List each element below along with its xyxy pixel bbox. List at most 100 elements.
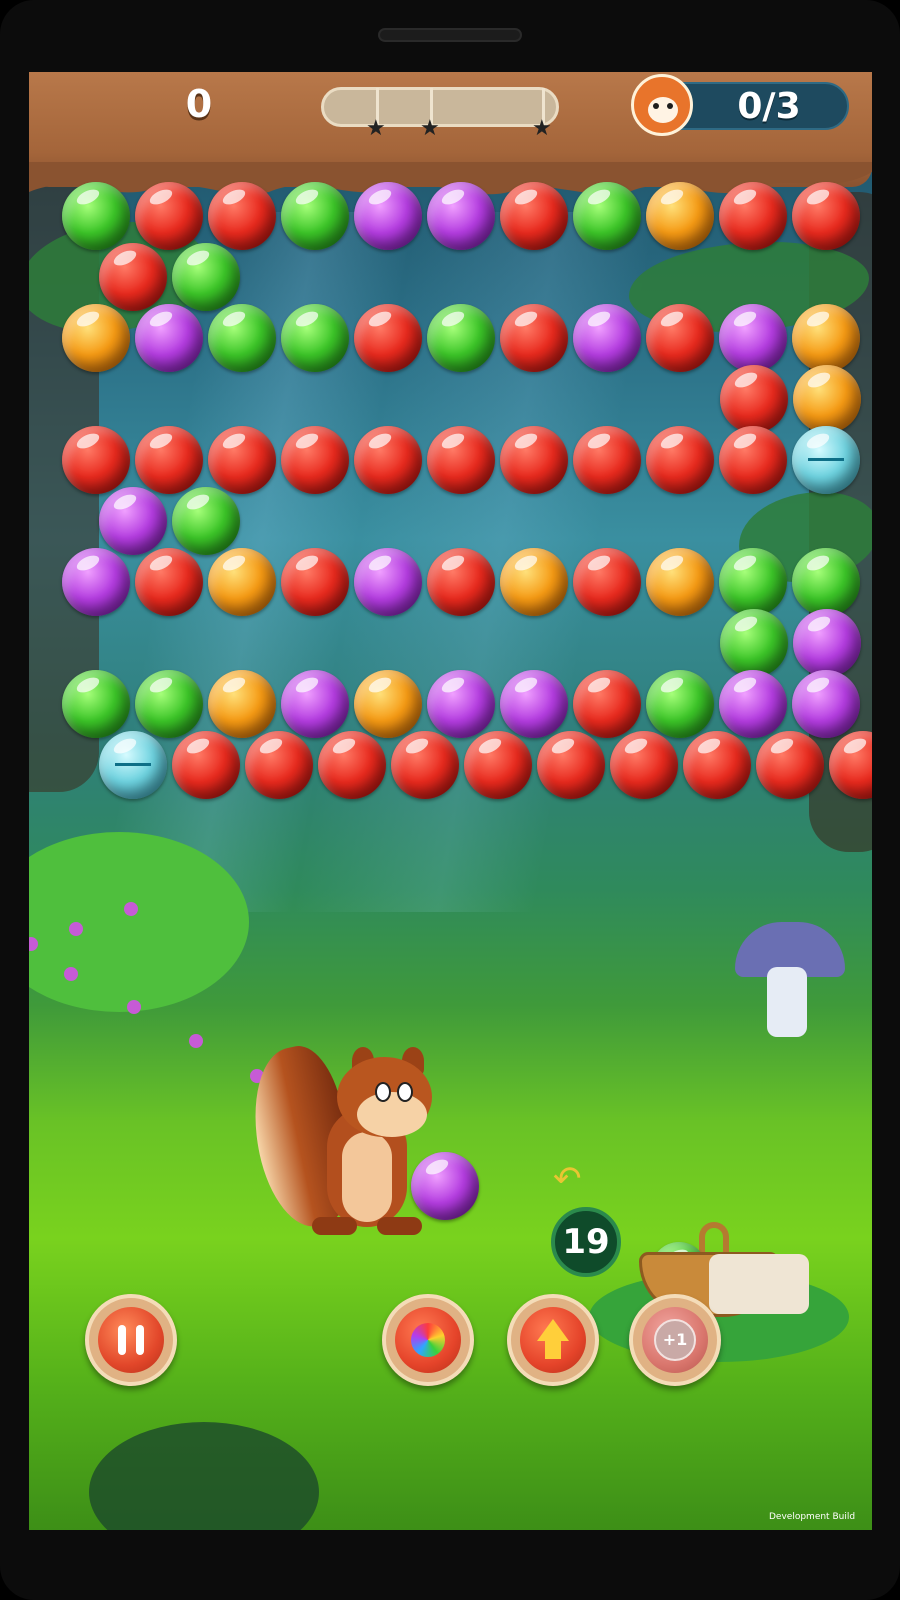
up-arrow-head (537, 1319, 569, 1341)
bubble-green (719, 609, 788, 677)
bubble-green (281, 304, 349, 372)
bubble-red (792, 182, 860, 250)
phone-frame: 0 ★ ★ ★ 0/3 ↶ 19 +1 Development Build (0, 0, 900, 1600)
goal-counter: 0/3 (737, 86, 801, 127)
up-booster-button[interactable] (507, 1294, 599, 1386)
bubble-green (172, 487, 240, 555)
bubble-red (646, 426, 714, 494)
aim-trail-dot (124, 902, 138, 916)
bubble-red (500, 304, 568, 372)
plus-one-booster-button[interactable]: +1 (629, 1294, 721, 1386)
bubble-orange (792, 365, 861, 433)
bubble-purple (427, 182, 495, 250)
bubble-red (573, 670, 641, 738)
top-hud-bar: 0 ★ ★ ★ 0/3 (29, 72, 872, 195)
speaker-grille (378, 28, 522, 42)
squirrel-face (357, 1092, 427, 1137)
bubble-green (573, 182, 641, 250)
bubble-red (281, 548, 349, 616)
pause-icon (98, 1307, 164, 1373)
star-icon: ★ (420, 116, 440, 141)
bubble-red (719, 426, 787, 494)
bubble-orange (646, 548, 714, 616)
up-arrow-shaft (545, 1339, 561, 1359)
bubble-orange (500, 548, 568, 616)
bubble-purple (281, 670, 349, 738)
bubble-red (99, 243, 167, 311)
bubble-purple (99, 487, 167, 555)
star-progress-bar: ★ ★ ★ (321, 87, 559, 140)
aim-trail-dot (127, 1000, 141, 1014)
bubble-green (719, 548, 787, 616)
bubble-purple (427, 670, 495, 738)
aim-trail-dot (69, 922, 83, 936)
bubble-red (135, 426, 203, 494)
aim-trail-dot (64, 967, 78, 981)
squirrel-foot (312, 1217, 357, 1235)
bubble-orange (62, 304, 130, 372)
plus-one-label: +1 (654, 1319, 696, 1361)
bubble-red (208, 426, 276, 494)
rainbow-booster-button[interactable] (382, 1294, 474, 1386)
mushroom-stem (767, 967, 807, 1037)
bubble-green (62, 670, 130, 738)
bubble-green (281, 182, 349, 250)
game-screen[interactable]: 0 ★ ★ ★ 0/3 ↶ 19 +1 Development Build (29, 72, 872, 1530)
bubble-red (208, 182, 276, 250)
squirrel-belly (342, 1132, 392, 1222)
score-display: 0 (185, 82, 213, 126)
bubble-purple (573, 304, 641, 372)
bubble-orange (208, 670, 276, 738)
goal-counter-panel: 0/3 (631, 74, 849, 136)
bubble-green (427, 304, 495, 372)
bubble-purple (135, 304, 203, 372)
squirrel-shooter (239, 1039, 457, 1257)
squirrel-eye (397, 1082, 413, 1102)
bubble-red (500, 182, 568, 250)
up-arrow-icon (520, 1307, 586, 1373)
swap-arrow-icon: ↶ (553, 1159, 582, 1199)
bubble-red (719, 365, 788, 433)
bubble-red (354, 426, 422, 494)
aim-trail-dot (189, 1034, 203, 1048)
bubble-red (245, 731, 313, 799)
bubble-orange (792, 304, 860, 372)
bubble-green (135, 670, 203, 738)
squirrel-foot (377, 1217, 422, 1235)
basket-cloth (709, 1254, 809, 1314)
bubble-purple (792, 609, 861, 677)
squirrel-eye (375, 1082, 391, 1102)
bubble-orange (646, 182, 714, 250)
bubble-green (208, 304, 276, 372)
loaded-bubble[interactable] (411, 1152, 479, 1220)
bubble-orange (208, 548, 276, 616)
pause-button[interactable] (85, 1294, 177, 1386)
bubble-red (427, 548, 495, 616)
bubble-purple (354, 548, 422, 616)
bubble-purple (500, 670, 568, 738)
star-icon: ★ (532, 116, 552, 141)
bubble-red (500, 426, 568, 494)
bubble-purple (792, 670, 860, 738)
bubble-red (573, 426, 641, 494)
bubble-red (62, 426, 130, 494)
bubble-red (683, 731, 751, 799)
bubble-special (99, 731, 167, 799)
bubble-purple (354, 182, 422, 250)
bubble-special (792, 426, 860, 494)
bubble-red (610, 731, 678, 799)
bubble-green (792, 548, 860, 616)
shots-remaining-counter: 19 (551, 1207, 621, 1277)
bubble-red (756, 731, 824, 799)
bubble-red (318, 731, 386, 799)
bubble-green (62, 182, 130, 250)
rainbow-swirl-icon (395, 1307, 461, 1373)
plus-one-icon: +1 (642, 1307, 708, 1373)
star-icon: ★ (366, 116, 386, 141)
bubble-red (427, 426, 495, 494)
bubble-orange (354, 670, 422, 738)
bubble-green (646, 670, 714, 738)
bubble-red (391, 731, 459, 799)
shadow-plant (89, 1422, 319, 1530)
rainbow-swirl-core (411, 1323, 445, 1357)
